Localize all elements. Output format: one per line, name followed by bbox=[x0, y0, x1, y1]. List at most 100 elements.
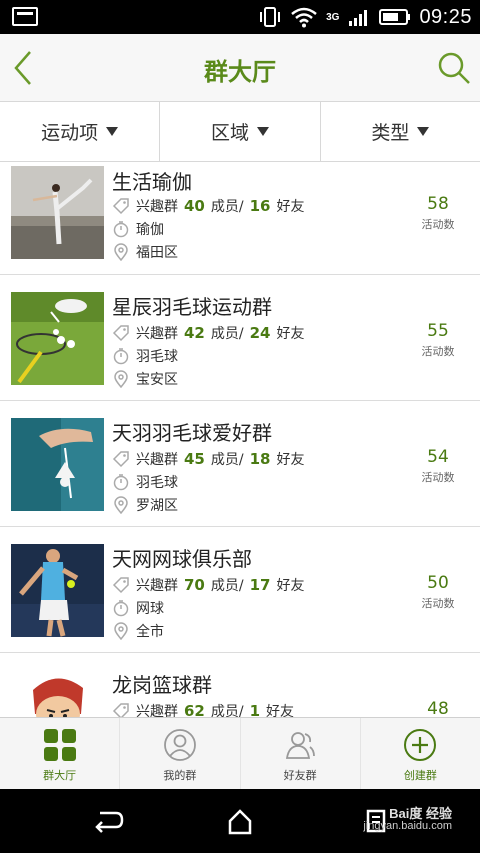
member-count: 62 bbox=[184, 702, 205, 717]
tab-group-hall[interactable]: 群大厅 bbox=[0, 718, 121, 789]
group-name: 龙岗篮球群 bbox=[112, 673, 212, 697]
plus-circle-icon bbox=[404, 729, 437, 761]
group-meta-row: 网球 bbox=[112, 598, 164, 618]
group-type: 兴趣群 bbox=[136, 326, 178, 342]
page-title: 群大厅 bbox=[204, 58, 276, 86]
activity-label: 活动数 bbox=[421, 345, 455, 358]
watermark-url: jingyan.baidu.com bbox=[363, 820, 452, 832]
tab-my-groups[interactable]: 我的群 bbox=[120, 718, 241, 789]
activity-count: 58 bbox=[427, 194, 449, 214]
friends-unit: 好友 bbox=[276, 452, 305, 468]
group-district: 福田区 bbox=[136, 245, 178, 261]
group-photo bbox=[11, 670, 104, 717]
group-list-item[interactable]: 天网网球俱乐部 兴趣群 70 成员/17 好友 网球 全市 50 活动数 bbox=[0, 527, 480, 653]
battery-icon bbox=[379, 9, 411, 25]
bottom-tab-bar: 群大厅 我的群 好友群 创建群 bbox=[0, 717, 480, 789]
group-meta-row: 兴趣群 45 成员/18 好友 bbox=[112, 449, 304, 469]
signal-icon bbox=[349, 10, 368, 26]
activity-stat: 54 活动数 bbox=[408, 447, 468, 485]
group-name: 生活瑜伽 bbox=[112, 170, 192, 194]
stopwatch-icon bbox=[113, 221, 129, 238]
filter-label: 运动项 bbox=[41, 122, 99, 144]
friends-unit: 好友 bbox=[276, 578, 305, 594]
activity-count: 50 bbox=[427, 573, 449, 593]
activity-stat: 48 bbox=[408, 699, 468, 717]
activity-stat: 55 活动数 bbox=[408, 321, 468, 359]
group-type: 兴趣群 bbox=[136, 199, 178, 215]
activity-label: 活动数 bbox=[421, 471, 455, 484]
members-unit: 成员/ bbox=[210, 326, 244, 342]
screenshot-notification-icon bbox=[12, 7, 38, 26]
group-list-item[interactable]: 龙岗篮球群 兴趣群 62 成员/1 好友 48 bbox=[0, 653, 480, 717]
group-type: 兴趣群 bbox=[136, 452, 178, 468]
friends-icon bbox=[286, 732, 316, 759]
member-count: 40 bbox=[184, 197, 205, 215]
tag-icon bbox=[112, 577, 129, 594]
watermark-logo: Bai度 经验 bbox=[389, 806, 452, 821]
dropdown-triangle-icon bbox=[257, 127, 269, 136]
activity-count: 54 bbox=[427, 447, 449, 467]
tab-label: 群大厅 bbox=[43, 769, 77, 782]
friend-count: 16 bbox=[249, 197, 271, 215]
home-icon bbox=[228, 809, 252, 835]
group-list[interactable]: 生活瑜伽 兴趣群 40 成员/16 好友 瑜伽 福田区 58 活动数 星辰羽毛球… bbox=[0, 162, 480, 717]
group-district: 全市 bbox=[136, 624, 164, 640]
group-meta-row: 瑜伽 bbox=[112, 219, 164, 239]
group-list-item[interactable]: 生活瑜伽 兴趣群 40 成员/16 好友 瑜伽 福田区 58 活动数 bbox=[0, 162, 480, 275]
group-sport: 网球 bbox=[136, 601, 164, 617]
group-meta-row: 宝安区 bbox=[112, 369, 178, 389]
location-pin-icon bbox=[114, 622, 128, 640]
group-name: 天羽羽毛球爱好群 bbox=[112, 421, 272, 445]
activity-count: 55 bbox=[427, 321, 449, 341]
filter-area[interactable]: 区域 bbox=[160, 102, 321, 161]
tab-label: 好友群 bbox=[283, 769, 317, 782]
group-meta-row: 兴趣群 62 成员/1 好友 bbox=[112, 701, 294, 717]
group-name: 天网网球俱乐部 bbox=[112, 547, 252, 571]
group-list-item[interactable]: 天羽羽毛球爱好群 兴趣群 45 成员/18 好友 羽毛球 罗湖区 54 活动数 bbox=[0, 401, 480, 527]
person-circle-icon bbox=[163, 729, 196, 761]
grid-icon bbox=[43, 729, 76, 761]
activity-stat: 58 活动数 bbox=[408, 194, 468, 232]
friend-count: 24 bbox=[249, 324, 271, 342]
group-district: 罗湖区 bbox=[136, 498, 178, 514]
tab-create-group[interactable]: 创建群 bbox=[361, 718, 480, 789]
tag-icon bbox=[112, 703, 129, 717]
stopwatch-icon bbox=[113, 348, 129, 365]
friend-count: 17 bbox=[249, 576, 271, 594]
members-unit: 成员/ bbox=[210, 704, 244, 717]
group-photo bbox=[11, 292, 104, 385]
home-nav-button[interactable] bbox=[220, 805, 260, 837]
filter-type[interactable]: 类型 bbox=[321, 102, 480, 161]
group-name: 星辰羽毛球运动群 bbox=[112, 295, 272, 319]
watermark: Bai度 经验 jingyan.baidu.com bbox=[363, 807, 452, 833]
title-bar: 群大厅 bbox=[0, 34, 480, 102]
group-sport: 瑜伽 bbox=[136, 222, 164, 238]
tab-label: 创建群 bbox=[403, 769, 437, 782]
member-count: 45 bbox=[184, 450, 205, 468]
back-arrow-icon bbox=[95, 811, 124, 833]
tab-friend-groups[interactable]: 好友群 bbox=[241, 718, 361, 789]
group-sport: 羽毛球 bbox=[136, 349, 178, 365]
activity-label: 活动数 bbox=[421, 218, 455, 231]
location-pin-icon bbox=[114, 243, 128, 261]
search-icon bbox=[438, 52, 470, 84]
group-meta-row: 兴趣群 70 成员/17 好友 bbox=[112, 575, 304, 595]
friends-unit: 好友 bbox=[276, 199, 305, 215]
search-button[interactable] bbox=[436, 50, 472, 86]
back-nav-button[interactable] bbox=[88, 805, 128, 837]
activity-label: 活动数 bbox=[421, 597, 455, 610]
wifi-icon bbox=[291, 7, 317, 28]
group-meta-row: 福田区 bbox=[112, 242, 178, 262]
friend-count: 1 bbox=[249, 702, 261, 717]
friends-unit: 好友 bbox=[266, 704, 295, 717]
group-meta-row: 羽毛球 bbox=[112, 472, 178, 492]
filter-sport[interactable]: 运动项 bbox=[0, 102, 161, 161]
activity-count: 48 bbox=[427, 699, 449, 717]
dropdown-triangle-icon bbox=[417, 127, 430, 136]
group-photo bbox=[11, 544, 104, 637]
group-type: 兴趣群 bbox=[136, 704, 178, 717]
group-meta-row: 罗湖区 bbox=[112, 495, 178, 515]
group-list-item[interactable]: 星辰羽毛球运动群 兴趣群 42 成员/24 好友 羽毛球 宝安区 55 活动数 bbox=[0, 275, 480, 401]
system-nav-bar: Bai度 经验 jingyan.baidu.com bbox=[0, 789, 480, 853]
group-sport: 羽毛球 bbox=[136, 475, 178, 491]
